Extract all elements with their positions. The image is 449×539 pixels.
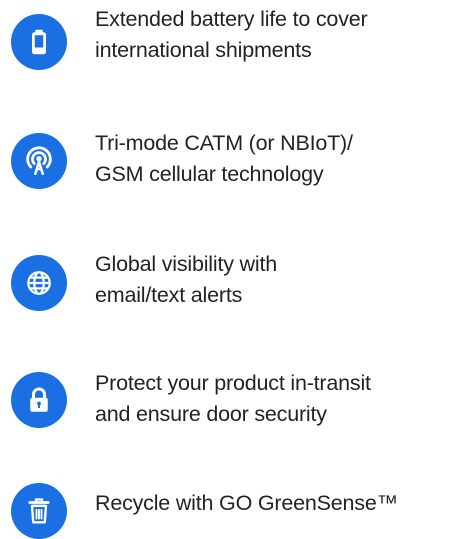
feature-line: GSM cellular technology: [95, 162, 324, 186]
feature-line: Tri-mode CATM (or NBIoT)/: [95, 131, 353, 155]
lock-icon: [11, 372, 67, 428]
feature-text: Global visibility with email/text alerts: [95, 249, 277, 311]
feature-line: Global visibility with: [95, 252, 277, 276]
feature-line: Recycle with GO GreenSense™: [95, 491, 398, 515]
cellular-antenna-icon: [11, 133, 67, 189]
feature-line: Protect your product in-transit: [95, 371, 371, 395]
battery-icon: [11, 14, 67, 70]
feature-line: email/text alerts: [95, 283, 243, 307]
feature-line: and ensure door security: [95, 402, 327, 426]
feature-text: Extended battery life to cover internati…: [95, 4, 368, 66]
globe-icon: [11, 255, 67, 311]
feature-text: Tri-mode CATM (or NBIoT)/ GSM cellular t…: [95, 128, 353, 190]
feature-text: Recycle with GO GreenSense™: [95, 488, 398, 519]
feature-text: Protect your product in-transit and ensu…: [95, 368, 371, 430]
feature-line: international shipments: [95, 38, 312, 62]
trash-can-icon: [11, 483, 67, 539]
feature-line: Extended battery life to cover: [95, 7, 368, 31]
